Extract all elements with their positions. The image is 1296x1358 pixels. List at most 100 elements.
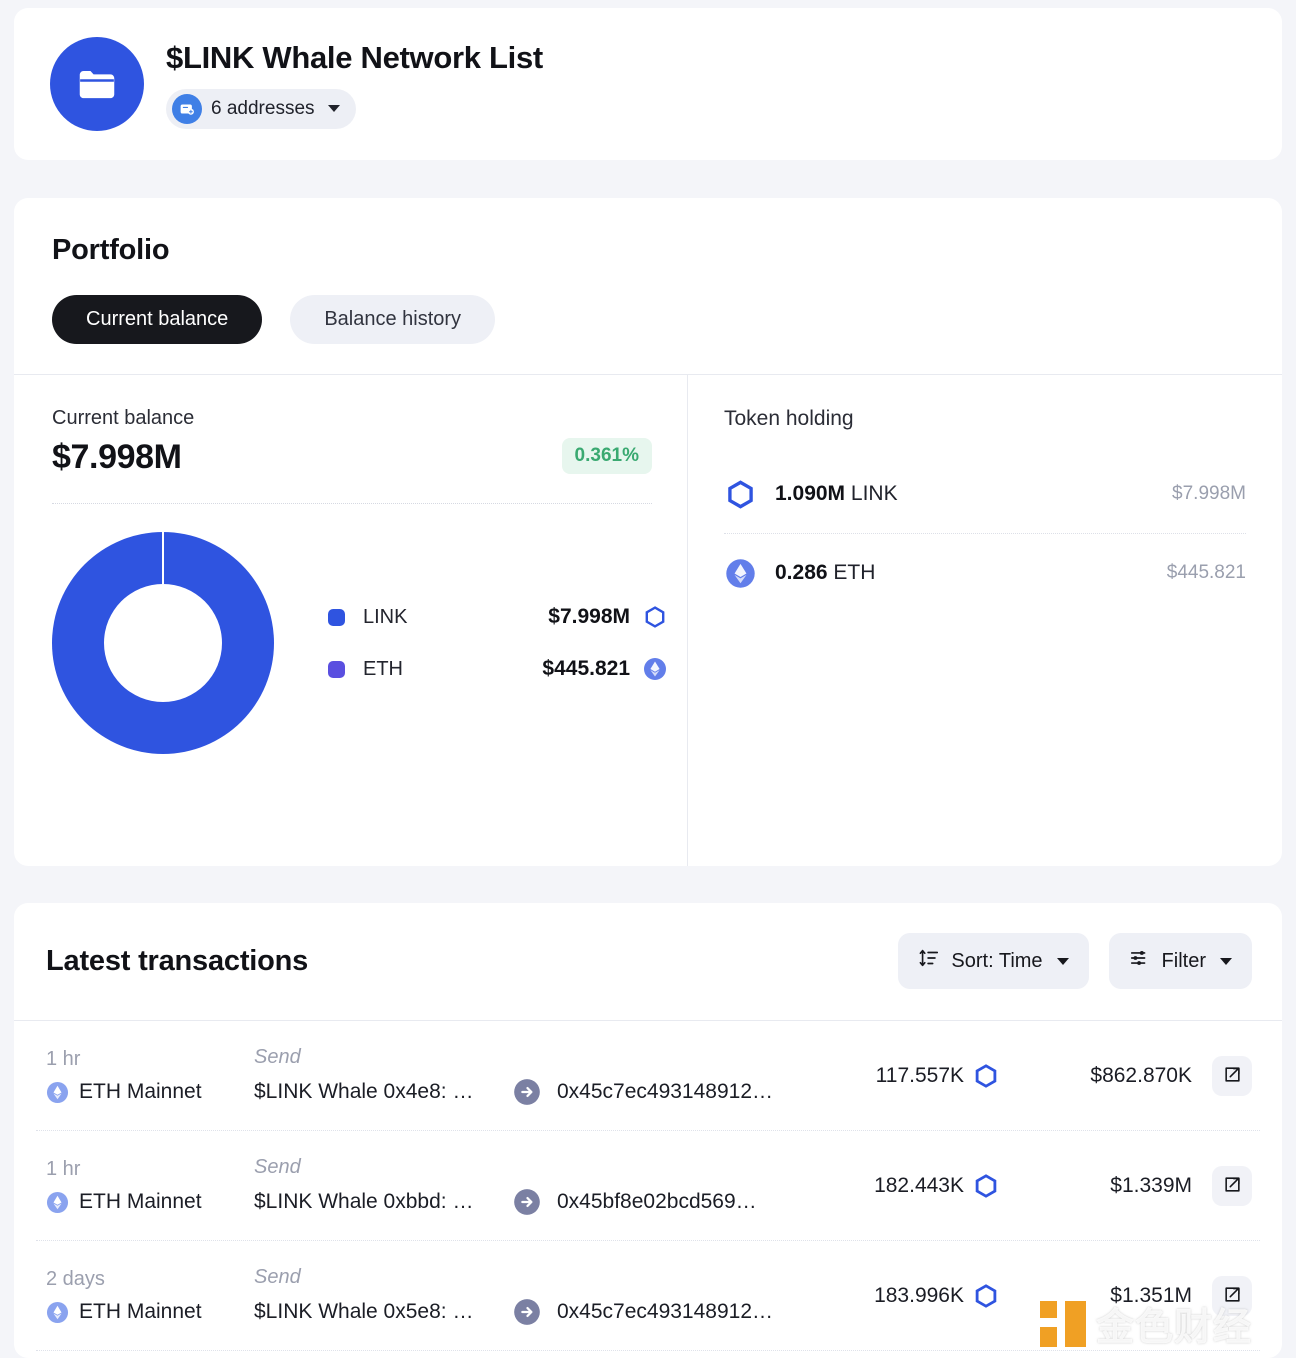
token-holding-title: Token holding — [724, 407, 854, 430]
portfolio-header: Portfolio Current balance Balance histor… — [14, 198, 1282, 344]
eth-chain-icon — [46, 1191, 69, 1214]
token-usd-link: $7.998M — [1172, 483, 1246, 504]
link-token-icon — [973, 1173, 999, 1199]
app-page: $LINK Whale Network List 6 addresses Por… — [0, 0, 1296, 1358]
transaction-flow-cell: Send $LINK Whale 0x5e8: … 0x45c7ec493148… — [254, 1266, 784, 1326]
filter-button[interactable]: Filter — [1108, 933, 1252, 989]
token-holding-row-link[interactable]: 1.090M LINK $7.998M — [724, 455, 1246, 533]
transaction-usd-cell: $1.339M — [999, 1166, 1252, 1206]
transaction-from[interactable]: $LINK Whale 0xbbd: … — [254, 1190, 497, 1214]
token-amount-value: 0.286 — [775, 561, 828, 584]
transaction-time-cell: 1 hr ETH Mainnet — [46, 1158, 254, 1214]
current-balance-value: $7.998M — [52, 438, 182, 476]
legend-item-link: LINK $7.998M — [328, 591, 668, 643]
token-amount-eth: 0.286 ETH — [775, 561, 875, 585]
tab-balance-history[interactable]: Balance history — [290, 295, 496, 344]
wallet-icon — [172, 93, 202, 124]
transaction-chain: ETH Mainnet — [79, 1190, 202, 1213]
token-symbol: LINK — [850, 482, 898, 505]
transaction-chain: ETH Mainnet — [79, 1080, 202, 1103]
external-link-button[interactable] — [1212, 1166, 1252, 1206]
transaction-to[interactable]: 0x45bf8e02bcd569… — [557, 1190, 757, 1214]
list-header-card: $LINK Whale Network List 6 addresses — [14, 8, 1282, 160]
transaction-type: Send — [254, 1266, 301, 1288]
transaction-time: 2 days — [46, 1268, 105, 1290]
transaction-from[interactable]: $LINK Whale 0x4e8: … — [254, 1080, 497, 1104]
legend-value-link: $7.998M — [548, 605, 630, 628]
transaction-usd: $1.339M — [1110, 1174, 1192, 1197]
transaction-usd-cell: $862.870K — [999, 1056, 1252, 1096]
sort-button-label: Sort: Time — [951, 949, 1043, 972]
arrow-right-icon — [513, 1188, 541, 1216]
eth-chain-icon — [46, 1301, 69, 1324]
transactions-header: Latest transactions Sort: Time Filter — [14, 903, 1282, 989]
eth-chain-icon — [46, 1081, 69, 1104]
chevron-down-icon — [327, 105, 340, 113]
transaction-amount-cell: 182.443K — [784, 1173, 999, 1199]
arrow-right-icon — [513, 1298, 541, 1326]
transaction-usd-cell: $1.351M — [999, 1276, 1252, 1316]
legend-item-eth: ETH $445.821 — [328, 643, 668, 695]
token-holding-panel: Token holding 1.090M LINK $7.998M 0.286 … — [688, 375, 1282, 866]
chevron-down-icon — [1056, 957, 1069, 965]
current-balance-label: Current balance — [52, 407, 195, 429]
donut-hole — [104, 584, 222, 702]
table-row[interactable]: 1 hr ETH Mainnet Send — [14, 1021, 1282, 1131]
transaction-amount: 182.443K — [874, 1174, 964, 1197]
transaction-from[interactable]: $LINK Whale 0x5e8: … — [254, 1300, 497, 1324]
balance-separator — [52, 503, 652, 504]
portfolio-tabs: Current balance Balance history — [52, 295, 1282, 344]
external-link-button[interactable] — [1212, 1056, 1252, 1096]
transaction-type: Send — [254, 1156, 301, 1178]
link-token-icon — [973, 1283, 999, 1309]
link-token-icon — [642, 604, 668, 630]
external-link-icon — [1223, 1065, 1242, 1087]
transaction-time-cell: 2 days ETH Mainnet — [46, 1268, 254, 1324]
transaction-amount-cell: 183.996K — [784, 1283, 999, 1309]
legend-value-eth: $445.821 — [542, 657, 630, 680]
table-row[interactable]: 2 days ETH Mainnet Send $LINK Whale 0x5e… — [14, 1241, 1282, 1351]
addresses-count-label: 6 addresses — [211, 97, 315, 119]
addresses-dropdown[interactable]: 6 addresses — [166, 88, 356, 129]
transaction-amount: 183.996K — [874, 1284, 964, 1307]
balance-panel: Current balance $7.998M 0.361% LINK $7.9… — [14, 375, 687, 866]
legend-swatch-link — [328, 608, 345, 626]
link-token-icon — [724, 478, 757, 511]
transaction-chain: ETH Mainnet — [79, 1300, 202, 1323]
transaction-time: 1 hr — [46, 1048, 81, 1070]
portfolio-title: Portfolio — [52, 234, 170, 266]
legend-swatch-eth — [328, 660, 345, 678]
token-amount-link: 1.090M LINK — [775, 482, 898, 506]
transaction-type: Send — [254, 1046, 301, 1068]
token-holding-row-eth[interactable]: 0.286 ETH $445.821 — [724, 534, 1246, 612]
row-separator — [36, 1350, 1260, 1351]
legend-label-link: LINK — [363, 605, 408, 628]
table-row[interactable]: 1 hr ETH Mainnet Send — [14, 1131, 1282, 1241]
transaction-usd: $862.870K — [1090, 1064, 1192, 1087]
transaction-to[interactable]: 0x45c7ec493148912… — [557, 1300, 773, 1324]
transactions-controls: Sort: Time Filter — [898, 933, 1252, 989]
token-amount-value: 1.090M — [775, 482, 846, 505]
transaction-flow-cell: Send $LINK Whale 0xbbd: … 0x45bf8e02bcd5… — [254, 1156, 784, 1216]
current-balance-row: $7.998M 0.361% — [52, 438, 652, 477]
external-link-icon — [1223, 1175, 1242, 1197]
eth-token-icon — [724, 557, 757, 590]
portfolio-card: Portfolio Current balance Balance histor… — [14, 198, 1282, 866]
transaction-usd: $1.351M — [1110, 1284, 1192, 1307]
transaction-amount: 117.557K — [875, 1064, 964, 1087]
allocation-chart: LINK $7.998M ETH $445.821 — [52, 532, 687, 754]
tab-current-balance[interactable]: Current balance — [52, 295, 263, 344]
portfolio-body: Current balance $7.998M 0.361% LINK $7.9… — [14, 375, 1282, 866]
folder-icon — [50, 37, 144, 131]
legend-label-eth: ETH — [363, 657, 403, 680]
external-link-icon — [1223, 1285, 1242, 1307]
link-token-icon — [973, 1063, 999, 1089]
transaction-to[interactable]: 0x45c7ec493148912… — [557, 1080, 773, 1104]
external-link-button[interactable] — [1212, 1276, 1252, 1316]
donut-chart — [52, 532, 274, 754]
sort-button[interactable]: Sort: Time — [898, 933, 1089, 989]
page-title: $LINK Whale Network List — [166, 40, 543, 76]
token-usd-eth: $445.821 — [1166, 562, 1246, 583]
transaction-time: 1 hr — [46, 1158, 81, 1180]
transactions-card: Latest transactions Sort: Time Filter 1 … — [14, 903, 1282, 1358]
